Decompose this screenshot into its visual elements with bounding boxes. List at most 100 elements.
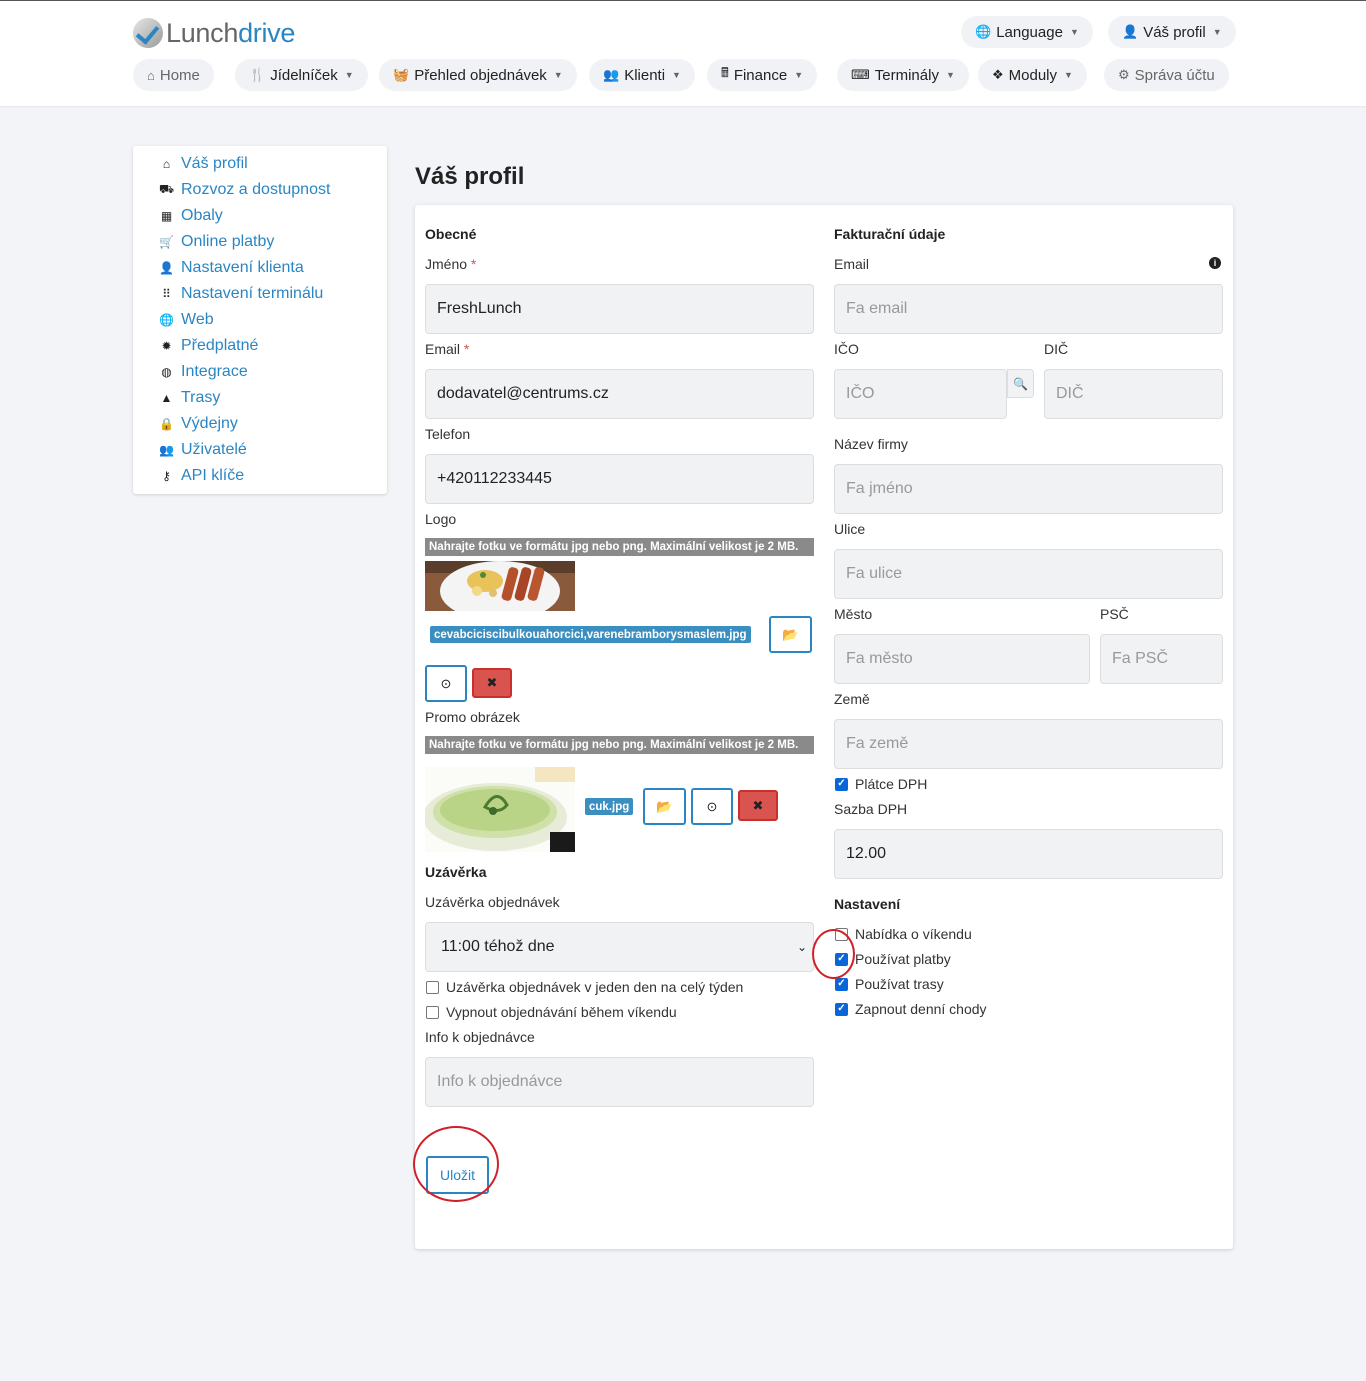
caret-down-icon: ▼ [553, 70, 563, 80]
sidebar-item-pickup-points[interactable]: 🔒 Výdejny [133, 411, 387, 437]
lock-icon: 🔒 [159, 417, 174, 431]
profile-dropdown[interactable]: 👤 Váš profil ▼ [1108, 16, 1236, 48]
use-routes-checkbox[interactable]: ✓ Používat trasy [835, 976, 944, 992]
sidebar-item-web[interactable]: 🌐 Web [133, 307, 387, 333]
sidebar-item-subscription[interactable]: ✹ Předplatné [133, 333, 387, 359]
promo-filename-badge: cuk.jpg [585, 798, 634, 815]
sidebar-item-delivery[interactable]: ⛟ Rozvoz a dostupnost [133, 177, 387, 203]
logo-upload-button[interactable]: ⊙ [425, 665, 467, 702]
checkbox-unchecked[interactable] [426, 980, 439, 994]
logo-delete-button[interactable]: ✖ [472, 668, 512, 698]
chevron-down-icon: ⌄ [796, 940, 807, 954]
users-icon: 👥 [603, 67, 620, 82]
basket-icon: 🧺 [393, 67, 410, 82]
cart-icon: 🛒 [159, 235, 174, 249]
sidebar-item-routes[interactable]: ▲ Trasy [133, 385, 387, 411]
sidebar-item-api-keys[interactable]: ⚷ API klíče [133, 463, 387, 489]
promo-browse-button[interactable]: 📂 [643, 788, 686, 825]
promo-delete-button[interactable]: ✖ [738, 790, 778, 821]
sidebar-item-packaging[interactable]: ▦ Obaly [133, 203, 387, 229]
phone-label: Telefon [425, 426, 471, 442]
city-input[interactable]: Fa město [834, 634, 1090, 684]
nav-orders[interactable]: 🧺 Přehled objednávek ▼ [379, 59, 577, 91]
logo-browse-button[interactable]: 📂 [769, 616, 812, 653]
ico-search-button[interactable]: 🔍 [1007, 369, 1034, 398]
nav-home[interactable]: ⌂ Home [133, 59, 214, 91]
sidebar-item-online-payments[interactable]: 🛒 Online platby [133, 229, 387, 255]
caret-down-icon: ▼ [344, 70, 354, 80]
language-dropdown[interactable]: 🌐 Language ▼ [961, 16, 1093, 48]
phone-input[interactable]: +420112233445 [425, 454, 814, 504]
dic-input[interactable]: DIČ [1044, 369, 1223, 419]
name-input[interactable]: FreshLunch [425, 284, 814, 334]
disable-weekend-checkbox[interactable]: Vypnout objednávání během víkendu [426, 1004, 677, 1020]
daily-courses-checkbox[interactable]: ✓ Zapnout denní chody [835, 1001, 987, 1017]
nav-finance[interactable]: 🖩 Finance ▼ [707, 59, 818, 91]
caret-down-icon: ▼ [1064, 70, 1073, 80]
company-label: Název firmy [834, 436, 908, 452]
logo-image [425, 561, 575, 611]
sidebar-item-client-settings[interactable]: 👤 Nastavení klienta [133, 255, 387, 281]
checkbox-checked[interactable]: ✓ [835, 777, 848, 791]
caret-down-icon: ▼ [1069, 27, 1079, 37]
sidebar-item-integrations[interactable]: ◍ Integrace [133, 359, 387, 385]
country-input[interactable]: Fa země [834, 719, 1223, 769]
billing-email-input[interactable]: Fa email [834, 284, 1223, 334]
cutoff-week-checkbox[interactable]: Uzávěrka objednávek v jeden den na celý … [426, 979, 743, 995]
utensils-icon: 🍴 [249, 67, 266, 82]
cash-register-icon: 🖩 [721, 65, 729, 80]
profile-form-card: Obecné Jméno * FreshLunch Email * dodava… [413, 205, 1233, 1249]
vat-payer-checkbox[interactable]: ✓ Plátce DPH [835, 776, 927, 792]
nav-menu[interactable]: 🍴 Jídelníček ▼ [235, 59, 368, 91]
truck-icon: ⛟ [159, 182, 175, 196]
promo-upload-button[interactable]: ⊙ [691, 788, 733, 825]
user-icon: 👤 [159, 261, 174, 275]
search-icon: 🔍 [1013, 376, 1028, 391]
dic-label: DIČ [1044, 341, 1069, 357]
weekend-offer-checkbox[interactable]: Nabídka o víkendu [835, 926, 972, 942]
vat-rate-input[interactable]: 12.00 [834, 829, 1223, 879]
caret-down-icon: ▼ [794, 70, 804, 80]
checkbox-checked[interactable]: ✓ [835, 1002, 848, 1016]
sidebar-item-terminal-settings[interactable]: ⠿ Nastavení terminálu [133, 281, 387, 307]
nav-modules[interactable]: ❖ Moduly ▼ [978, 59, 1087, 91]
checkbox-checked[interactable]: ✓ [835, 977, 848, 991]
globe-icon: 🌐 [159, 313, 174, 327]
email-label: Email * [425, 341, 470, 357]
sidebar-item-users[interactable]: 👥 Uživatelé [133, 437, 387, 463]
caret-down-icon: ▼ [1212, 27, 1222, 37]
gift-icon: ▦ [160, 209, 173, 223]
folder-open-icon: 📂 [656, 798, 673, 814]
checkbox-unchecked[interactable] [426, 1005, 439, 1019]
settings-sidebar: ⌂ Váš profil ⛟ Rozvoz a dostupnost ▦ Obaly … [133, 146, 387, 494]
caret-down-icon: ▼ [945, 70, 955, 80]
upload-icon: ⊙ [706, 798, 718, 814]
info-icon[interactable]: i [1209, 257, 1221, 269]
logo-label: Logo [425, 511, 457, 527]
email-input[interactable]: dodavatel@centrums.cz [425, 369, 814, 419]
nav-account[interactable]: ⚙ Správa účtu [1104, 59, 1229, 91]
sidebar-item-profile[interactable]: ⌂ Váš profil [133, 151, 387, 177]
street-input[interactable]: Fa ulice [834, 549, 1223, 599]
zip-input[interactable]: Fa PSČ [1100, 634, 1223, 684]
users-icon: 👥 [159, 443, 174, 457]
company-input[interactable]: Fa jméno [834, 464, 1223, 514]
cutoff-label: Uzávěrka objednávek [425, 894, 560, 910]
ico-input[interactable]: IČO [834, 369, 1007, 419]
cutoff-select[interactable]: 11:00 téhož dne ⌄ [425, 922, 814, 972]
terminal-icon: ⌨ [851, 67, 870, 82]
nav-terminals[interactable]: ⌨ Terminály ▼ [837, 59, 969, 91]
ico-label: IČO [834, 341, 859, 357]
close-icon: ✖ [752, 797, 764, 813]
name-label: Jméno * [425, 256, 477, 272]
order-info-input[interactable]: Info k objednávce [425, 1057, 814, 1107]
lunchdrive-logo[interactable]: Lunchdrive [133, 16, 295, 50]
folder-open-icon: 📂 [782, 626, 799, 642]
promo-upload-hint: Nahrajte fotku ve formátu jpg nebo png. … [425, 736, 814, 754]
home-icon: ⌂ [162, 157, 171, 171]
top-navbar: Lunchdrive 🌐 Language ▼ 👤 Váš profil ▼ ⌂… [0, 0, 1366, 106]
caret-down-icon: ▼ [672, 70, 681, 80]
nav-clients[interactable]: 👥 Klienti ▼ [589, 59, 695, 91]
settings-section-title: Nastavení [834, 896, 901, 912]
general-section-title: Obecné [425, 226, 477, 242]
